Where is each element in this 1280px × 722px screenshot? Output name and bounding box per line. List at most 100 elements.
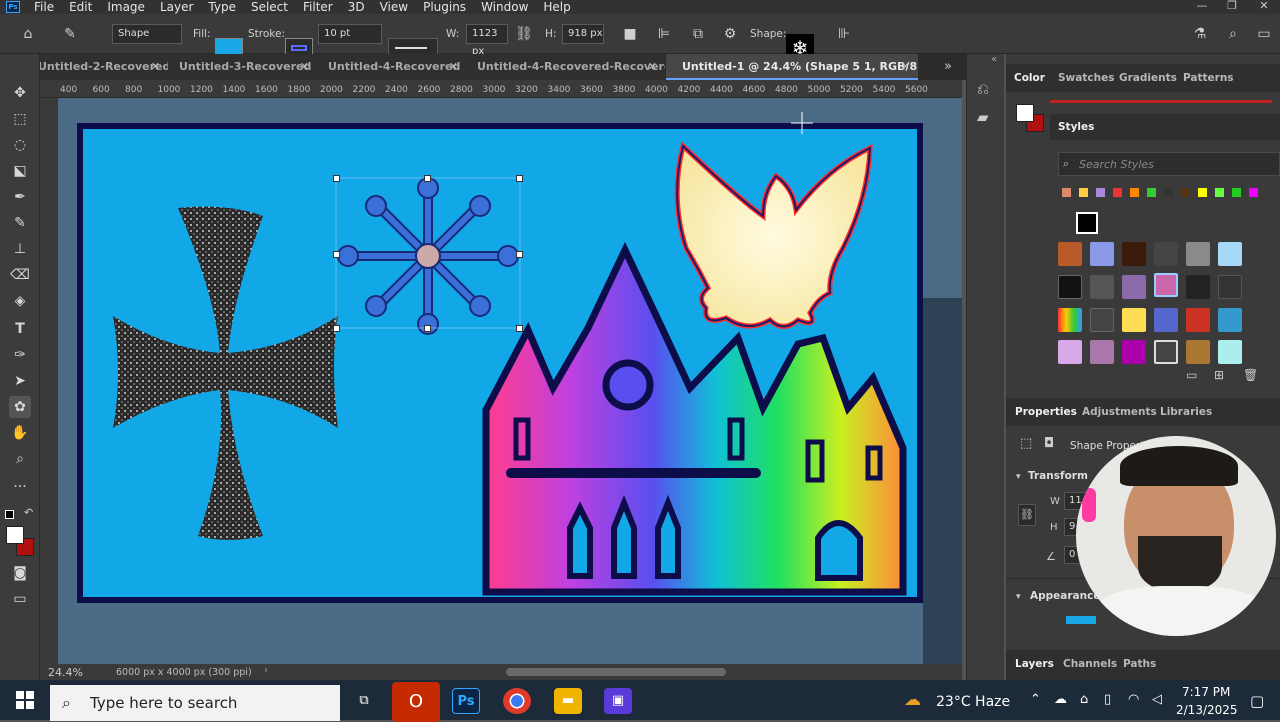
transform-section[interactable]: Transform (1028, 470, 1088, 482)
style-swatch[interactable] (1090, 275, 1114, 299)
zoom-level[interactable]: 24.4% (48, 666, 83, 679)
style-swatch[interactable] (1164, 188, 1173, 197)
horizontal-scrollbar[interactable] (506, 668, 726, 676)
close-icon[interactable]: ✕ (648, 54, 657, 80)
style-swatch[interactable] (1186, 242, 1210, 266)
style-swatch[interactable] (1218, 275, 1242, 299)
history-icon[interactable]: ⎌ (977, 80, 989, 98)
photoshop-taskbar-icon[interactable]: Ps (452, 688, 480, 714)
foreground-color-swatch[interactable] (6, 526, 24, 544)
menu-window[interactable]: Window (481, 1, 528, 13)
document-canvas[interactable] (58, 98, 962, 664)
close-icon[interactable]: ✕ (300, 54, 309, 80)
foreground-color-swatch[interactable] (1016, 104, 1034, 122)
menu-view[interactable]: View (380, 1, 408, 13)
path-operations-icon[interactable]: ■ (620, 24, 640, 44)
appearance-fill-swatch[interactable] (1066, 616, 1096, 624)
custom-shape-tool-icon[interactable]: ✿ (9, 396, 31, 418)
menu-layer[interactable]: Layer (160, 1, 193, 13)
paint-bucket-tool-icon[interactable]: ◈ (9, 290, 31, 312)
style-none-swatch[interactable] (1076, 212, 1098, 234)
close-icon[interactable]: ✕ (449, 54, 458, 80)
pen-tool-icon[interactable]: ✑ (9, 344, 31, 366)
default-colors-icon[interactable] (5, 510, 14, 519)
height-input[interactable]: 918 px (562, 24, 604, 44)
tab-adjustments[interactable]: Adjustments (1082, 398, 1157, 426)
taskbar-search-input[interactable]: ⌕ Type here to search (50, 685, 340, 721)
transform-handle[interactable] (333, 251, 340, 258)
tab-layers[interactable]: Layers (1015, 650, 1054, 678)
tab-swatches[interactable]: Swatches (1058, 64, 1114, 92)
menu-plugins[interactable]: Plugins (423, 1, 466, 13)
transform-handle[interactable] (516, 175, 523, 182)
chevron-up-icon[interactable]: ⌃ (1030, 692, 1041, 707)
tab-channels[interactable]: Channels (1063, 650, 1117, 678)
wifi-icon[interactable]: ◠ (1128, 692, 1139, 707)
tab-styles[interactable]: Styles (1058, 114, 1094, 140)
move-tool-icon[interactable]: ✥ (9, 82, 31, 104)
opera-icon[interactable]: O (392, 682, 440, 722)
app-icon[interactable]: ▣ (604, 688, 632, 714)
swap-colors-icon[interactable]: ↶ (24, 506, 33, 519)
comments-icon[interactable]: ▰ (977, 108, 989, 126)
canvas-area[interactable] (58, 98, 962, 664)
style-swatch[interactable] (1096, 188, 1105, 197)
tab-patterns[interactable]: Patterns (1183, 64, 1234, 92)
transform-handle[interactable] (516, 251, 523, 258)
link-icon[interactable]: ⛓ (1018, 504, 1036, 526)
tab-color[interactable]: Color (1014, 64, 1045, 92)
tab-untitled-2[interactable]: Untitled-2-Recovered ✕ (40, 54, 168, 80)
screen-mode-icon[interactable]: ▭ (9, 588, 31, 610)
gear-icon[interactable]: ⚙ (720, 24, 740, 44)
transform-handle[interactable] (424, 175, 431, 182)
style-swatch[interactable] (1058, 275, 1082, 299)
trash-icon[interactable]: 🗑 (1243, 368, 1258, 382)
width-input[interactable]: 1123 px (466, 24, 508, 57)
menu-edit[interactable]: Edit (69, 1, 92, 13)
style-swatch[interactable] (1218, 308, 1242, 332)
menu-image[interactable]: Image (107, 1, 145, 13)
transform-handle[interactable] (424, 325, 431, 332)
menu-select[interactable]: Select (251, 1, 288, 13)
style-swatch[interactable] (1232, 188, 1241, 197)
style-swatch[interactable] (1122, 275, 1146, 299)
volume-icon[interactable]: ◁ (1152, 692, 1162, 707)
flask-icon[interactable]: ⚗ (1190, 24, 1210, 44)
stroke-width-input[interactable]: 10 pt (318, 24, 382, 44)
style-swatch[interactable] (1122, 308, 1146, 332)
style-swatch[interactable] (1154, 340, 1178, 364)
style-swatch[interactable] (1079, 188, 1088, 197)
menu-file[interactable]: File (34, 1, 54, 13)
style-swatch[interactable] (1090, 308, 1114, 332)
tab-untitled-4[interactable]: Untitled-4-Recovered ✕ (318, 54, 466, 80)
path-selection-tool-icon[interactable]: ➤ (9, 370, 31, 392)
hand-tool-icon[interactable]: ✋ (9, 422, 31, 444)
menu-3d[interactable]: 3D (348, 1, 365, 13)
object-selection-tool-icon[interactable]: ⬕ (9, 160, 31, 182)
transform-handle[interactable] (333, 175, 340, 182)
appearance-section[interactable]: Appearance (1030, 590, 1100, 602)
home-icon[interactable]: ⌂ (18, 24, 38, 44)
style-swatch[interactable] (1186, 275, 1210, 299)
battery-icon[interactable]: ▯ (1104, 692, 1111, 707)
style-swatch[interactable] (1198, 188, 1207, 197)
search-icon[interactable]: ⌕ (1223, 24, 1243, 44)
tab-untitled-3[interactable]: Untitled-3-Recovered ✕ (169, 54, 317, 80)
style-swatch[interactable] (1113, 188, 1122, 197)
style-swatch[interactable] (1090, 242, 1114, 266)
tab-paths[interactable]: Paths (1123, 650, 1156, 678)
folder-icon[interactable]: ▭ (1186, 368, 1197, 382)
brush-tool-icon[interactable]: ✎ (9, 212, 31, 234)
weather-text[interactable]: 23°C Haze (936, 694, 1010, 710)
style-swatch[interactable] (1058, 340, 1082, 364)
transform-handle[interactable] (333, 325, 340, 332)
tab-gradients[interactable]: Gradients (1119, 64, 1177, 92)
style-swatch[interactable] (1215, 188, 1224, 197)
style-swatch[interactable] (1147, 188, 1156, 197)
tab-libraries[interactable]: Libraries (1160, 398, 1212, 426)
style-swatch[interactable] (1062, 188, 1071, 197)
style-swatch[interactable] (1122, 242, 1146, 266)
style-swatch[interactable] (1058, 308, 1082, 332)
style-swatch[interactable] (1186, 340, 1210, 364)
style-swatch[interactable] (1154, 242, 1178, 266)
